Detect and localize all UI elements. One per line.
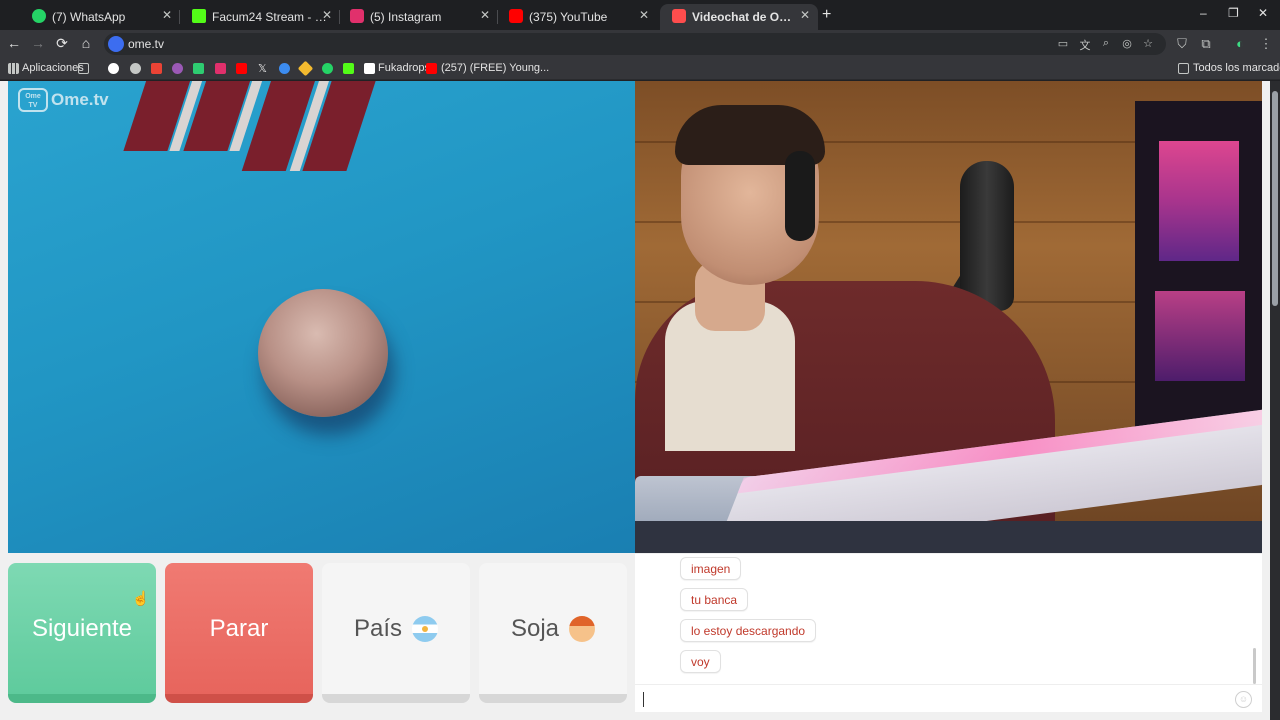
headphones [785, 151, 815, 241]
grid-icon[interactable] [78, 63, 89, 74]
play-icon[interactable] [279, 63, 290, 74]
x-twitter-icon[interactable]: 𝕏 [258, 62, 267, 75]
address-bar[interactable]: ome.tv [104, 33, 1166, 55]
fukadrops-icon [364, 63, 375, 74]
close-icon[interactable]: ✕ [639, 8, 649, 22]
chat-message: tu banca [680, 588, 749, 611]
stop-button[interactable]: Parar [165, 563, 313, 703]
tab-ometv[interactable]: Videochat de OmeTV: una a ✕ [660, 4, 818, 30]
chat-scrollbar[interactable] [1253, 648, 1256, 684]
forward-button[interactable]: → [30, 35, 46, 51]
binance-icon[interactable] [297, 60, 314, 77]
tab-title: (5) Instagram [370, 10, 442, 24]
gmail-icon[interactable] [151, 63, 162, 74]
kick-icon [192, 9, 206, 23]
apps-grid-icon [8, 63, 19, 74]
desk [635, 521, 1262, 553]
whatsapp-icon [32, 9, 46, 23]
scrollbar-thumb[interactable] [1272, 91, 1278, 306]
close-icon[interactable]: ✕ [162, 8, 172, 22]
back-button[interactable]: ← [6, 35, 22, 51]
tab-instagram[interactable]: (5) Instagram ✕ [338, 4, 498, 30]
tab-strip: (7) WhatsApp ✕ Facum24 Stream - Watch Li… [0, 0, 1280, 30]
ball-object [258, 289, 388, 417]
stocks-icon[interactable] [193, 63, 204, 74]
reload-button[interactable]: ⟳ [54, 35, 70, 52]
bookmark-apps[interactable]: Aplicaciones [22, 62, 84, 74]
url-text[interactable]: ome.tv [128, 37, 164, 51]
translate-icon[interactable]: 文 [1078, 37, 1092, 52]
minimize-button[interactable]: – [1200, 6, 1207, 20]
chat-input[interactable]: ☺ [635, 684, 1262, 712]
install-app-icon[interactable]: ▭ [1056, 37, 1070, 51]
page-scrollbar[interactable] [1270, 81, 1280, 720]
profile-avatar[interactable]: ◐ [1232, 36, 1248, 52]
tab-title: (375) YouTube [529, 10, 608, 24]
close-window-button[interactable]: ✕ [1258, 6, 1268, 20]
rgb-light [1155, 291, 1245, 381]
argentina-flag-icon [412, 615, 439, 642]
bookmark-star-icon[interactable]: ☆ [1141, 37, 1155, 51]
chat-message: lo estoy descargando [680, 619, 817, 642]
zoom-icon[interactable]: ⌕ [1099, 37, 1113, 51]
microphone [960, 161, 1014, 311]
instagram-icon[interactable] [215, 63, 226, 74]
boy-emoji-icon [569, 615, 596, 642]
chat-message: imagen [680, 557, 742, 580]
next-label: Siguiente [31, 614, 133, 642]
bookmark-youtube-video[interactable]: (257) (FREE) Young... [441, 62, 549, 74]
gender-button[interactable]: Soja [479, 563, 627, 703]
chat-panel: imagen tu banca lo estoy descargando voy… [635, 554, 1262, 712]
logo-brand: Ome.tv [51, 90, 109, 109]
all-bookmarks[interactable]: Todos los marcadores [1193, 62, 1280, 74]
tab-youtube[interactable]: (375) YouTube ✕ [497, 4, 657, 30]
eye-off-icon[interactable]: ◎ [1120, 37, 1134, 51]
text-caret [643, 692, 644, 707]
menu-kebab-icon[interactable]: ⋮ [1258, 36, 1274, 52]
gender-label: Soja [510, 614, 560, 642]
google-icon[interactable] [108, 63, 119, 74]
kick-icon[interactable] [343, 63, 354, 74]
youtube-icon [509, 9, 523, 23]
extension-shield-icon[interactable]: ⛉ [1174, 36, 1190, 52]
extensions-puzzle-icon[interactable]: ⧉ [1198, 36, 1214, 52]
close-icon[interactable]: ✕ [322, 8, 332, 22]
tab-title: (7) WhatsApp [52, 10, 126, 24]
ometv-logo: Ome TV Ome.tv [18, 88, 109, 112]
instagram-icon [350, 9, 364, 23]
home-button[interactable]: ⌂ [78, 35, 94, 51]
logo-tv-icon: Ome TV [18, 88, 48, 112]
chat-message: voy [680, 650, 721, 673]
bookmarks-bar: Aplicaciones 𝕏 Fukadrops (257) (FREE) Yo… [0, 58, 1280, 80]
country-label: País [353, 614, 403, 642]
tab-title: Videochat de OmeTV: una a [692, 10, 792, 24]
chatgpt-icon[interactable] [130, 63, 141, 74]
counter-icon[interactable] [172, 63, 183, 74]
tab-title: Facum24 Stream - Watch Live o [212, 10, 328, 24]
youtube-icon [426, 63, 437, 74]
close-icon[interactable]: ✕ [480, 8, 490, 22]
tab-whatsapp[interactable]: (7) WhatsApp ✕ [20, 4, 180, 30]
rgb-light [1159, 141, 1239, 261]
youtube-icon[interactable] [236, 63, 247, 74]
stop-label: Parar [209, 614, 269, 642]
restore-button[interactable]: ❐ [1228, 6, 1239, 20]
new-tab-button[interactable]: + [822, 6, 831, 24]
self-video [635, 81, 1262, 553]
stranger-video [8, 81, 635, 553]
emoji-icon[interactable]: ☺ [1235, 691, 1252, 708]
tab-kick-stream[interactable]: Facum24 Stream - Watch Live o ✕ [180, 4, 340, 30]
close-icon[interactable]: ✕ [800, 8, 810, 22]
bookmark-fukadrops[interactable]: Fukadrops [378, 62, 430, 74]
site-info-icon[interactable] [108, 36, 124, 52]
ometv-icon [672, 9, 686, 23]
whatsapp-icon[interactable] [322, 63, 333, 74]
folder-icon [1178, 63, 1189, 74]
country-button[interactable]: País [322, 563, 470, 703]
mouse-pointer-icon: ☝ [132, 590, 150, 606]
next-button[interactable]: Siguiente [8, 563, 156, 703]
